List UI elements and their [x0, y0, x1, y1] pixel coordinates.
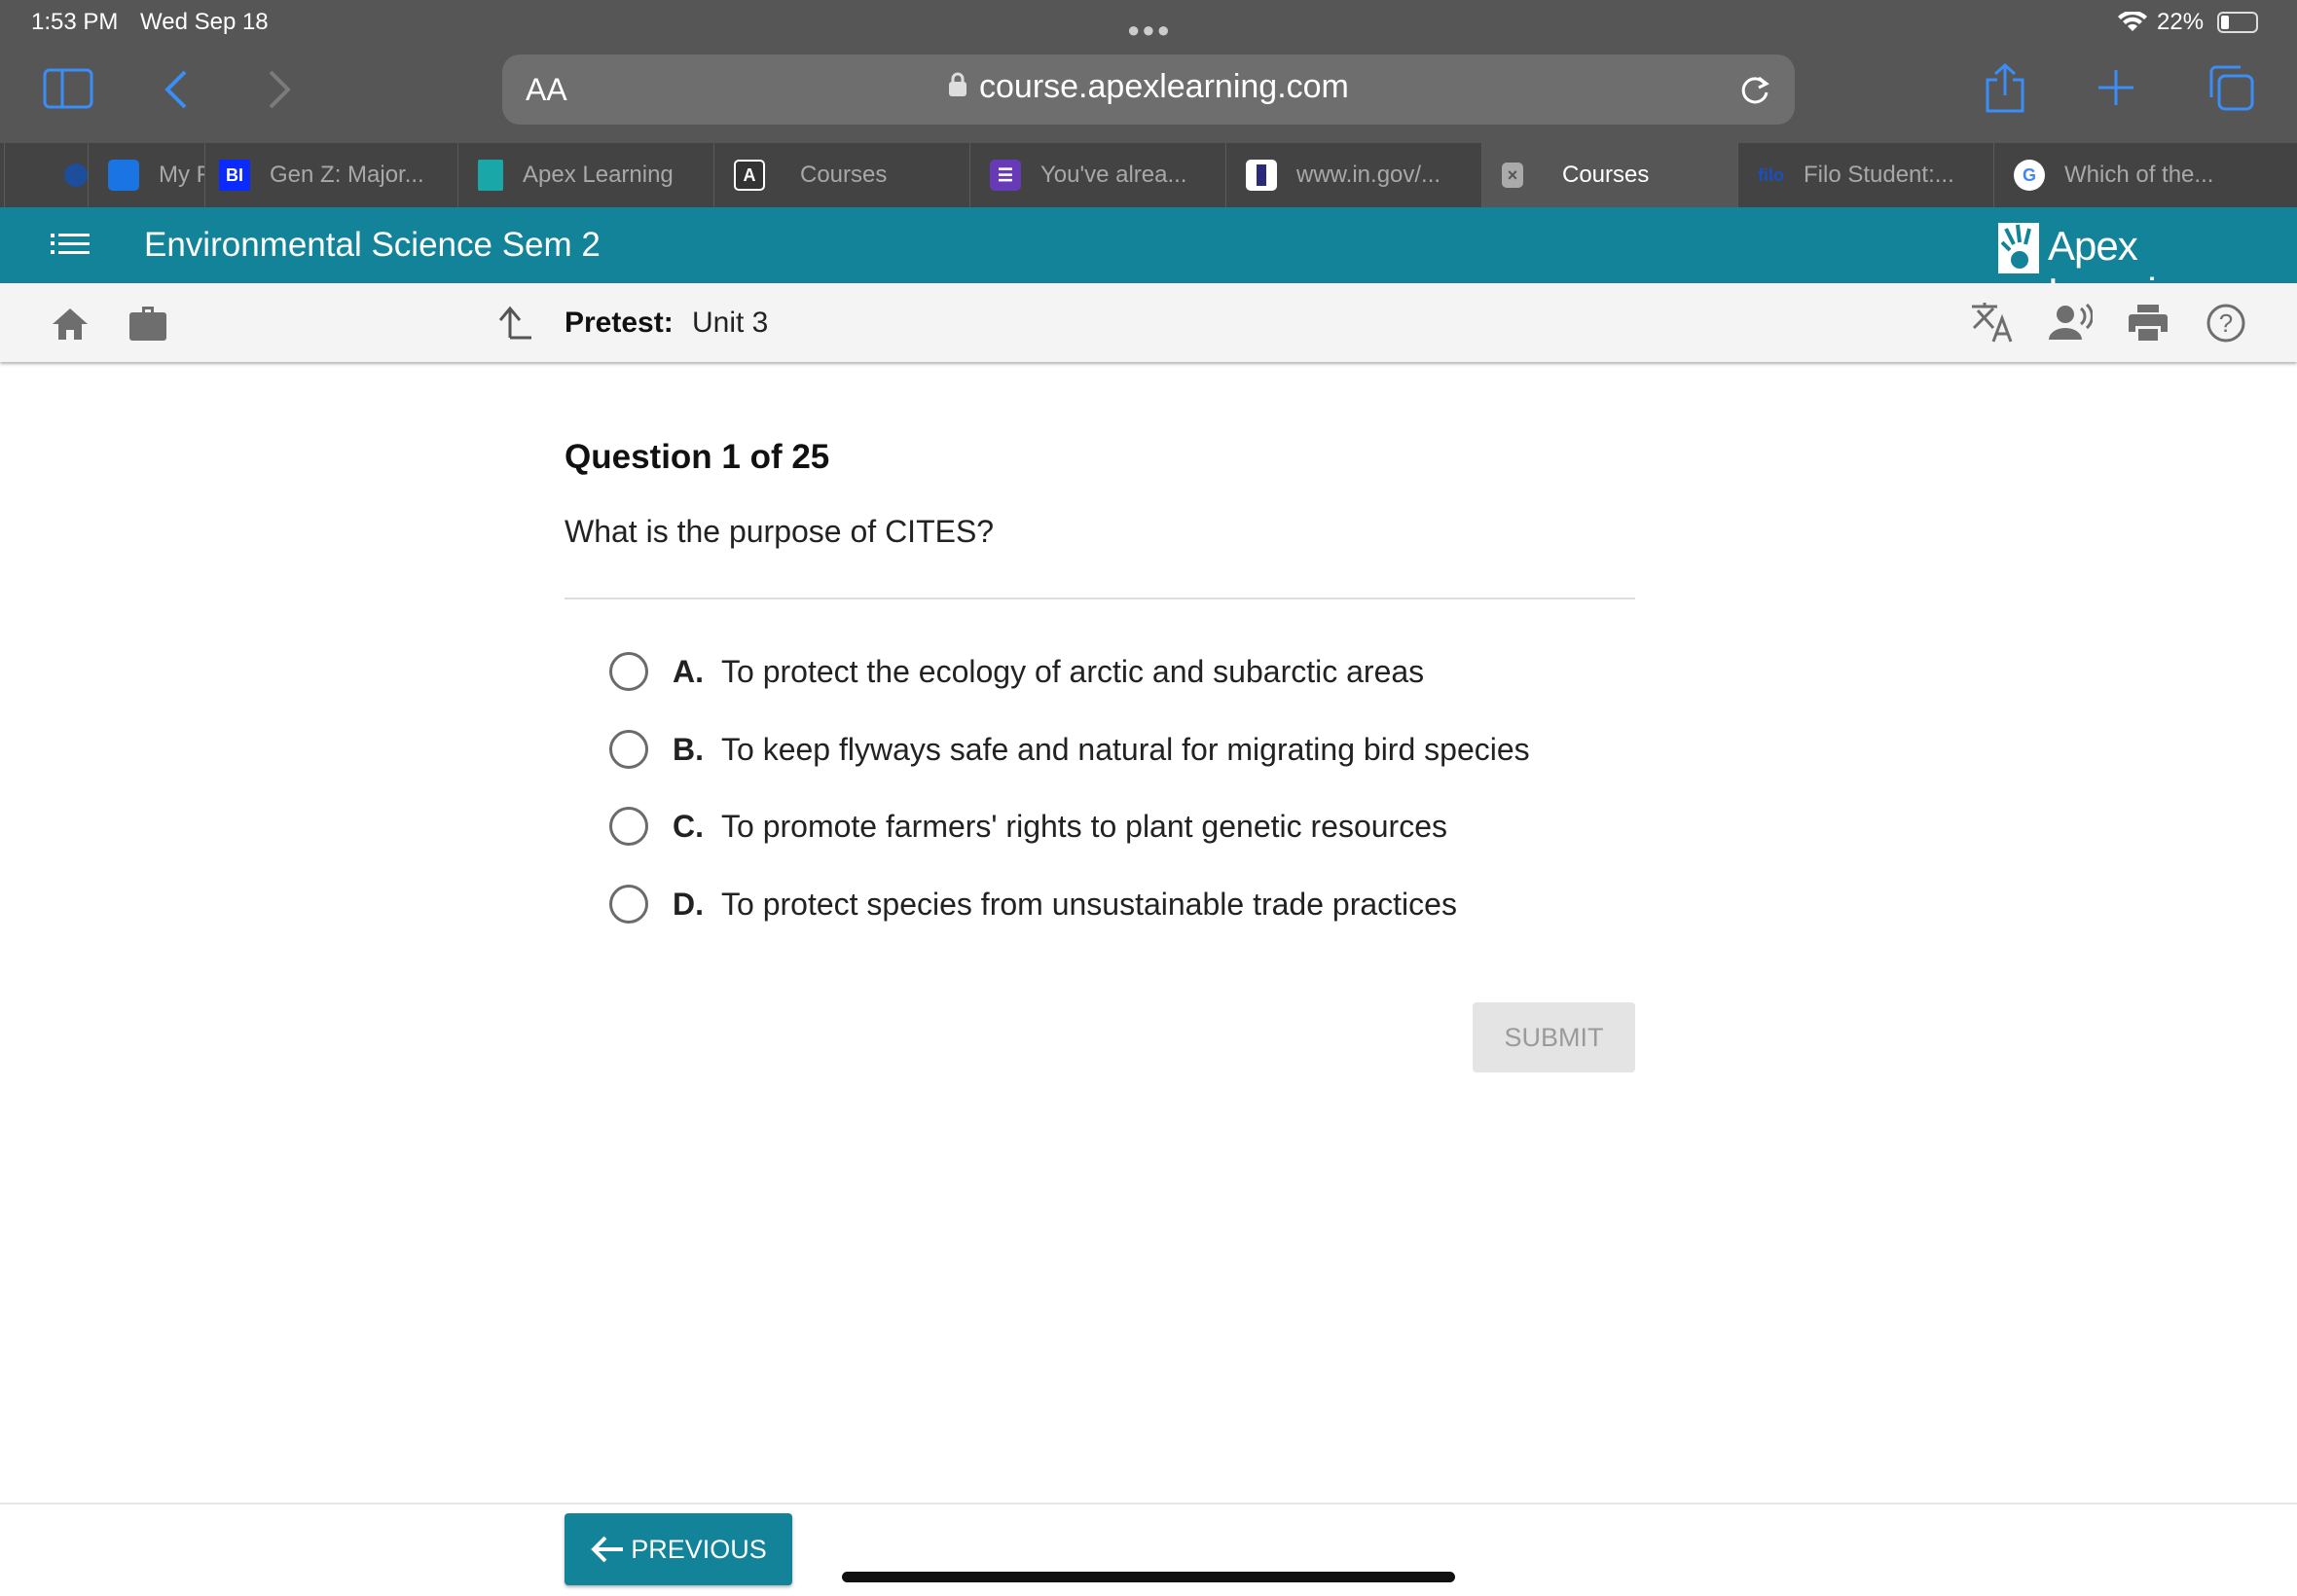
unit-label: Unit 3 [692, 307, 769, 339]
forward-icon[interactable] [267, 68, 292, 111]
option-a[interactable]: A. To protect the ecology of arctic and s… [609, 652, 1424, 691]
option-letter: B. [673, 731, 704, 767]
tab-onet[interactable] [4, 143, 88, 207]
indiana-icon [1246, 160, 1277, 191]
print-icon[interactable] [2128, 305, 2169, 342]
home-icon[interactable] [51, 307, 90, 342]
sidebar-toggle-icon[interactable] [43, 68, 93, 109]
zillow-icon [108, 160, 139, 191]
wifi-icon [2118, 12, 2147, 31]
status-time: 1:53 PM [31, 9, 119, 35]
radio-button[interactable] [609, 652, 648, 691]
option-text: To promote farmers' rights to plant gene… [721, 808, 1447, 844]
a-icon: A [734, 160, 765, 191]
course-header: Environmental Science Sem 2 Apex Learnin… [0, 207, 2297, 315]
previous-label: PREVIOUS [631, 1534, 767, 1564]
course-title: Environmental Science Sem 2 [144, 226, 601, 264]
tab-label: Courses [1562, 162, 1650, 188]
multitask-dots-icon[interactable]: ●●● [1127, 18, 1172, 43]
battery-icon [2217, 12, 2258, 33]
url-text: course.apexlearning.com [979, 68, 1349, 105]
tab-courses[interactable]: A Courses [713, 143, 969, 207]
tab-label: Gen Z: Major... [270, 162, 424, 188]
forms-icon: ☰ [990, 160, 1021, 191]
menu-icon[interactable] [51, 233, 90, 258]
question-prompt: What is the purpose of CITES? [565, 514, 995, 549]
apex-icon [478, 160, 503, 191]
back-icon[interactable] [164, 68, 189, 111]
option-d[interactable]: D. To protect species from unsustainable … [609, 885, 1457, 924]
tabs-overview-icon[interactable] [2207, 64, 2254, 111]
option-letter: D. [673, 886, 704, 922]
text-size-button[interactable]: AA [526, 72, 567, 108]
tab-label: Filo Student:... [1804, 162, 1954, 188]
option-c[interactable]: C. To promote farmers' rights to plant ge… [609, 807, 1447, 846]
new-tab-icon[interactable] [2098, 70, 2133, 105]
tab-label: www.in.gov/... [1296, 162, 1441, 188]
filo-icon: filo [1758, 164, 1784, 185]
translate-icon[interactable] [1970, 301, 2015, 344]
divider [565, 598, 1635, 599]
arrow-left-icon [591, 1536, 624, 1563]
option-text: To keep flyways safe and natural for mig… [721, 731, 1530, 767]
option-letter: C. [673, 808, 704, 844]
tab-bar: My Fa BI Gen Z: Major... Apex Learning A C… [0, 143, 2297, 207]
tab-forms[interactable]: ☰ You've alrea... [969, 143, 1225, 207]
google-icon: G [2014, 160, 2045, 191]
tab-label: My Fa [159, 162, 204, 188]
tab-google[interactable]: G Which of the... [1993, 143, 2250, 207]
share-icon[interactable] [1984, 62, 2026, 113]
home-indicator[interactable] [842, 1572, 1455, 1582]
tab-in-gov[interactable]: www.in.gov/... [1225, 143, 1481, 207]
question-heading: Question 1 of 25 [565, 438, 830, 476]
tab-gen-z[interactable]: BI Gen Z: Major... [204, 143, 457, 207]
submit-button[interactable]: SUBMIT [1473, 1002, 1635, 1072]
read-aloud-icon[interactable] [2048, 303, 2093, 342]
bi-icon: BI [219, 160, 250, 191]
tab-courses-active[interactable]: × Courses [1481, 143, 1737, 207]
lock-icon [948, 72, 967, 96]
pretest-label: Pretest: [565, 307, 674, 339]
svg-text:?: ? [2219, 308, 2233, 338]
briefcase-icon[interactable] [128, 305, 167, 342]
up-arrow-icon[interactable] [498, 305, 533, 340]
tab-label: Apex Learning [523, 162, 674, 188]
radio-button[interactable] [609, 885, 648, 924]
radio-button[interactable] [609, 807, 648, 846]
tab-label: Which of the... [2064, 162, 2214, 188]
address-bar[interactable]: AA course.apexlearning.com [502, 54, 1795, 125]
tab-my-fa[interactable]: My Fa [88, 143, 204, 207]
tab-filo[interactable]: filo Filo Student:... [1737, 143, 1993, 207]
toolbar: Pretest: Unit 3 ? [0, 283, 2297, 362]
apex-logo-icon [1998, 223, 2039, 273]
tab-label: You've alrea... [1040, 162, 1187, 188]
previous-button[interactable]: PREVIOUS [565, 1513, 792, 1585]
help-icon[interactable]: ? [2206, 303, 2246, 344]
tab-apex-learning[interactable]: Apex Learning [457, 143, 713, 207]
option-text: To protect species from unsustainable tr… [721, 886, 1457, 922]
onet-icon [64, 163, 88, 187]
option-text: To protect the ecology of arctic and sub… [721, 653, 1425, 689]
reload-icon[interactable] [1738, 74, 1771, 107]
status-date: Wed Sep 18 [140, 9, 269, 35]
option-letter: A. [673, 653, 704, 689]
tab-label: Courses [800, 162, 888, 188]
option-b[interactable]: B. To keep flyways safe and natural for m… [609, 730, 1530, 769]
close-icon[interactable]: × [1502, 163, 1523, 188]
battery-percent: 22% [2157, 9, 2205, 35]
radio-button[interactable] [609, 730, 648, 769]
footer-divider [0, 1503, 2297, 1505]
